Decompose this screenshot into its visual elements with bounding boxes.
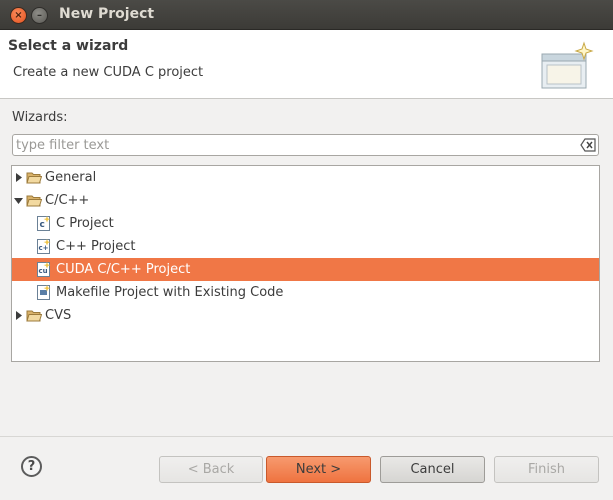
tree-item-label: CUDA C/C++ Project	[56, 262, 191, 277]
folder-icon	[26, 310, 42, 322]
filter-field	[12, 134, 599, 156]
window-close-button[interactable]: ×	[10, 7, 27, 24]
tree-item-cvs[interactable]: CVS	[12, 304, 599, 327]
next-button[interactable]: Next >	[266, 456, 371, 483]
finish-button[interactable]: Finish	[494, 456, 599, 483]
tree-item-cuda-project[interactable]: cu CUDA C/C++ Project	[12, 258, 599, 281]
back-button[interactable]: < Back	[159, 456, 263, 483]
close-icon: ×	[14, 9, 23, 21]
help-button[interactable]: ?	[21, 456, 42, 477]
tree-item-makefile-project[interactable]: Makefile Project with Existing Code	[12, 281, 599, 304]
filter-input[interactable]	[16, 137, 576, 154]
tree-item-label: CVS	[45, 308, 72, 323]
help-icon: ?	[27, 459, 36, 474]
tree-item-label: Makefile Project with Existing Code	[56, 285, 284, 300]
window-minimize-button[interactable]: –	[31, 7, 48, 24]
cpp-project-icon: c+	[37, 239, 51, 254]
clear-filter-icon[interactable]	[580, 138, 596, 152]
window-title: New Project	[59, 6, 155, 22]
tree-item-label: C++ Project	[56, 239, 136, 254]
tree-item-cpp-project[interactable]: c+ C++ Project	[12, 235, 599, 258]
wizard-tree[interactable]: General C/C++ c C Project c+ C++ Project	[11, 165, 600, 362]
wizard-banner-icon	[541, 41, 594, 89]
tree-item-label: General	[45, 170, 97, 185]
expanded-arrow-icon[interactable]	[14, 196, 23, 205]
collapsed-arrow-icon[interactable]	[14, 311, 23, 320]
cancel-button[interactable]: Cancel	[380, 456, 485, 483]
header-subtitle: Create a new CUDA C project	[13, 65, 204, 80]
header-title: Select a wizard	[8, 38, 129, 54]
wizards-label: Wizards:	[12, 110, 68, 125]
window-titlebar: × – New Project	[0, 0, 613, 30]
tree-item-c-project[interactable]: c C Project	[12, 212, 599, 235]
svg-text:c+: c+	[39, 244, 49, 252]
wizard-header: Select a wizard Create a new CUDA C proj…	[0, 30, 613, 99]
collapsed-arrow-icon[interactable]	[14, 173, 23, 182]
tree-item-label: C/C++	[45, 193, 90, 208]
svg-text:cu: cu	[39, 267, 48, 275]
tree-item-label: C Project	[56, 216, 114, 231]
folder-icon	[26, 172, 42, 184]
open-folder-icon	[26, 195, 42, 207]
minimize-icon: –	[37, 9, 42, 21]
makefile-project-icon	[37, 285, 51, 300]
tree-item-c-cpp[interactable]: C/C++	[12, 189, 599, 212]
c-project-icon: c	[37, 216, 51, 231]
svg-text:c: c	[40, 220, 45, 230]
tree-item-general[interactable]: General	[12, 166, 599, 189]
cuda-project-icon: cu	[37, 262, 51, 277]
footer-divider	[0, 436, 613, 437]
